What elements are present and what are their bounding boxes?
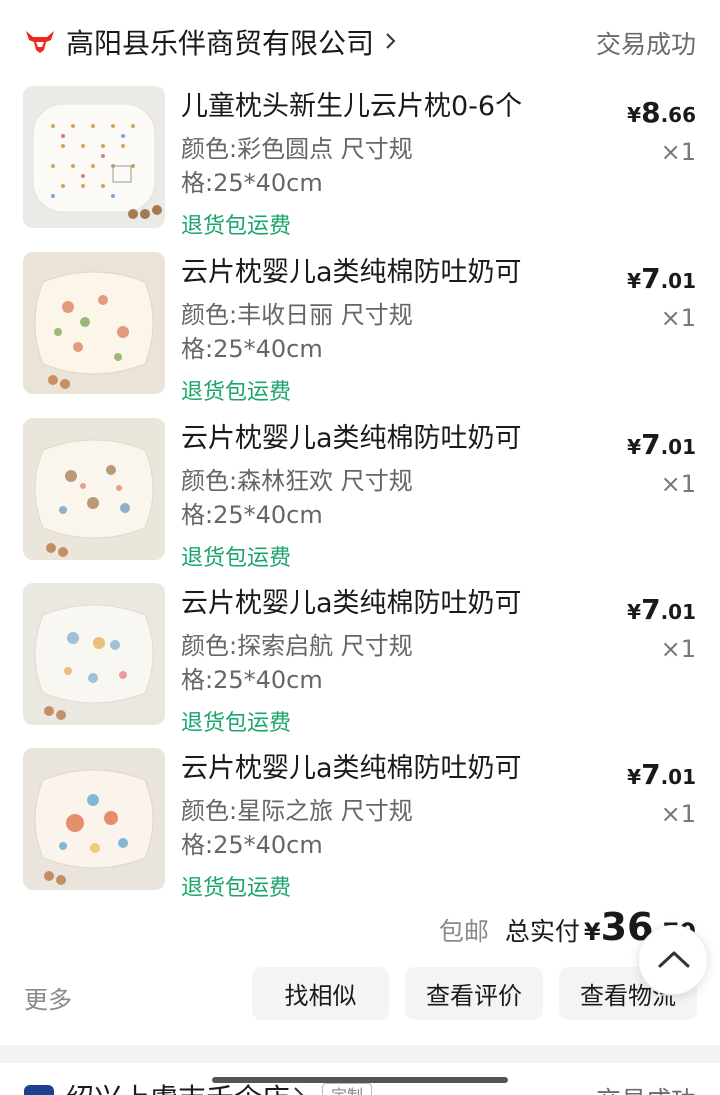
chevron-right-icon[interactable] [292, 1083, 306, 1095]
product-thumbnail[interactable] [23, 86, 165, 228]
product-title[interactable]: 云片枕婴儿a类纯棉防吐奶可 [181, 254, 581, 292]
product-title[interactable]: 云片枕婴儿a类纯棉防吐奶可 [181, 585, 581, 623]
price-decimal: .01 [660, 765, 696, 789]
view-review-button[interactable]: 查看评价 [405, 967, 543, 1020]
chevron-up-icon [658, 951, 690, 968]
order-item[interactable]: 云片枕婴儿a类纯棉防吐奶可 颜色:星际之旅 尺寸规 格:25*40cm 退货包运… [0, 748, 720, 908]
spec-line: 格:25*40cm [181, 169, 323, 197]
return-shipping-tag: 退货包运费 [181, 546, 292, 571]
order-item[interactable]: 云片枕婴儿a类纯棉防吐奶可 颜色:探索启航 尺寸规 格:25*40cm 退货包运… [0, 583, 720, 743]
home-indicator[interactable] [212, 1077, 508, 1083]
product-spec: 颜色:彩色圆点 尺寸规 格:25*40cm [181, 132, 441, 200]
shop-name[interactable]: 高阳县乐伴商贸有限公司 [66, 22, 374, 62]
spec-line: 格:25*40cm [181, 831, 323, 859]
item-price: ¥7.01 [627, 593, 696, 626]
spec-line: 颜色:彩色圆点 尺寸规 [181, 135, 413, 163]
return-shipping-tag: 退货包运费 [181, 380, 292, 405]
item-price: ¥8.66 [627, 96, 696, 129]
price-integer: 8 [641, 96, 661, 129]
free-shipping-label: 包邮 [438, 917, 489, 946]
item-quantity: ×1 [660, 470, 696, 498]
return-shipping-tag: 退货包运费 [181, 711, 292, 736]
spec-line: 颜色:探索启航 尺寸规 [181, 632, 413, 660]
product-thumbnail[interactable] [23, 418, 165, 560]
product-thumbnail[interactable] [23, 748, 165, 890]
return-shipping-tag: 退货包运费 [181, 876, 292, 901]
price-integer: 7 [641, 593, 661, 626]
custom-badge: 定制 [322, 1083, 373, 1095]
price-decimal: .01 [660, 435, 696, 459]
card-separator [0, 1045, 720, 1063]
return-shipping-tag: 退货包运费 [181, 214, 292, 239]
order-item[interactable]: 云片枕婴儿a类纯棉防吐奶可 颜色:丰收日丽 尺寸规 格:25*40cm 退货包运… [0, 252, 720, 412]
item-price: ¥7.01 [627, 428, 696, 461]
shop-logo-icon [24, 1085, 54, 1095]
currency-symbol: ¥ [627, 765, 642, 789]
product-spec: 颜色:星际之旅 尺寸规 格:25*40cm [181, 794, 441, 862]
spec-line: 颜色:星际之旅 尺寸规 [181, 797, 413, 825]
order-status: 交易成功 [596, 1081, 696, 1095]
order-item[interactable]: 儿童枕头新生儿云片枕0-6个 颜色:彩色圆点 尺寸规 格:25*40cm 退货包… [0, 86, 720, 246]
item-quantity: ×1 [660, 138, 696, 166]
item-quantity: ×1 [660, 635, 696, 663]
price-decimal: .66 [660, 103, 696, 127]
price-integer: 7 [641, 428, 661, 461]
price-decimal: .01 [660, 269, 696, 293]
product-spec: 颜色:探索启航 尺寸规 格:25*40cm [181, 629, 441, 697]
spec-line: 颜色:丰收日丽 尺寸规 [181, 301, 413, 329]
currency-symbol: ¥ [627, 600, 642, 624]
product-title[interactable]: 儿童枕头新生儿云片枕0-6个 [181, 88, 581, 126]
spec-line: 格:25*40cm [181, 335, 323, 363]
currency-symbol: ¥ [627, 269, 642, 293]
item-quantity: ×1 [660, 800, 696, 828]
bull-logo-icon [26, 31, 54, 53]
currency-symbol: ¥ [627, 435, 642, 459]
product-thumbnail[interactable] [23, 252, 165, 394]
product-thumbnail[interactable] [23, 583, 165, 725]
chevron-right-icon[interactable] [384, 28, 398, 54]
item-quantity: ×1 [660, 304, 696, 332]
spec-line: 颜色:森林狂欢 尺寸规 [181, 467, 413, 495]
shop-header[interactable]: 高阳县乐伴商贸有限公司 交易成功 [0, 0, 720, 84]
item-price: ¥7.01 [627, 262, 696, 295]
product-title[interactable]: 云片枕婴儿a类纯棉防吐奶可 [181, 750, 581, 788]
find-similar-button[interactable]: 找相似 [252, 967, 389, 1020]
order-status: 交易成功 [595, 30, 696, 59]
price-decimal: .01 [660, 600, 696, 624]
spec-line: 格:25*40cm [181, 666, 323, 694]
price-integer: 7 [641, 758, 661, 791]
product-title[interactable]: 云片枕婴儿a类纯棉防吐奶可 [181, 420, 581, 458]
currency-symbol: ¥ [627, 103, 642, 127]
total-paid-label: 总实付 [504, 917, 580, 946]
price-integer: 7 [641, 262, 661, 295]
more-actions-link[interactable]: 更多 [24, 980, 72, 1015]
product-spec: 颜色:丰收日丽 尺寸规 格:25*40cm [181, 298, 441, 366]
spec-line: 格:25*40cm [181, 501, 323, 529]
currency-symbol: ¥ [583, 918, 601, 946]
item-price: ¥7.01 [627, 758, 696, 791]
order-item[interactable]: 云片枕婴儿a类纯棉防吐奶可 颜色:森林狂欢 尺寸规 格:25*40cm 退货包运… [0, 418, 720, 578]
scroll-to-top-button[interactable] [638, 925, 708, 995]
product-spec: 颜色:森林狂欢 尺寸规 格:25*40cm [181, 464, 441, 532]
